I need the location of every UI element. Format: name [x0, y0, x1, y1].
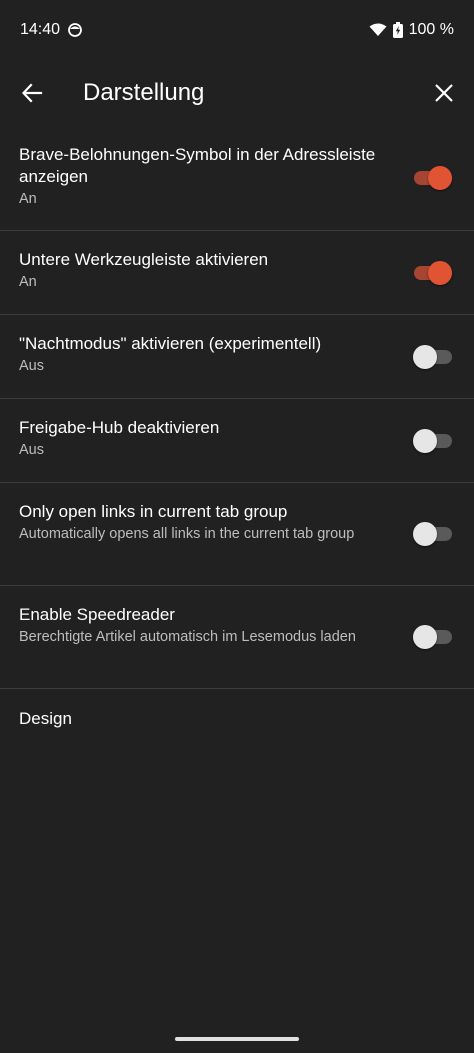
settings-list: Brave-Belohnungen-Symbol in der Adressle… [0, 126, 474, 749]
back-button[interactable] [16, 77, 48, 109]
settings-screen: 14:40 100 % Darstellung Brave-Belohnunge… [0, 0, 474, 1053]
page-title: Darstellung [83, 79, 205, 106]
setting-row-rewards-icon[interactable]: Brave-Belohnungen-Symbol in der Adressle… [0, 126, 474, 231]
toggle-thumb [413, 428, 437, 453]
share-hub-toggle[interactable] [413, 428, 452, 453]
wifi-icon [369, 23, 387, 37]
setting-subtitle: An [19, 191, 37, 207]
setting-title: Untere Werkzeugleiste aktivieren [19, 250, 269, 269]
setting-row-speedreader[interactable]: Enable Speedreader Berechtigte Artikel a… [0, 586, 474, 689]
setting-row-night-mode[interactable]: "Nachtmodus" aktivieren (experimentell) … [0, 315, 474, 399]
setting-title: Brave-Belohnungen-Symbol in der Adressle… [19, 145, 376, 186]
setting-title: Only open links in current tab group [19, 502, 288, 521]
setting-subtitle: An [19, 274, 37, 290]
toggle-thumb [428, 166, 452, 190]
battery-level: 100 % [408, 21, 454, 38]
night-mode-toggle[interactable] [413, 344, 452, 369]
setting-row-tab-group-links[interactable]: Only open links in current tab group Aut… [0, 483, 474, 586]
close-button[interactable] [428, 77, 460, 109]
gesture-nav-handle[interactable] [175, 1037, 299, 1041]
tab-group-links-toggle[interactable] [413, 522, 452, 546]
toggle-thumb [413, 625, 437, 649]
bottom-toolbar-toggle[interactable] [414, 260, 452, 285]
toggle-thumb [413, 344, 437, 369]
setting-title: "Nachtmodus" aktivieren (experimentell) [19, 334, 322, 353]
close-icon [434, 83, 454, 103]
setting-row-bottom-toolbar[interactable]: Untere Werkzeugleiste aktivieren An [0, 231, 474, 315]
app-bar: Darstellung [0, 60, 474, 126]
setting-title: Enable Speedreader [19, 605, 175, 624]
rewards-icon-toggle[interactable] [414, 166, 452, 190]
setting-subtitle: Aus [19, 358, 44, 374]
face-icon [68, 23, 82, 37]
status-bar: 14:40 100 % [0, 0, 474, 60]
status-time: 14:40 [20, 21, 61, 38]
status-right: 100 % [369, 21, 454, 39]
design-section[interactable]: Design [0, 689, 474, 749]
battery-charging-icon [392, 22, 403, 38]
setting-row-share-hub[interactable]: Freigabe-Hub deaktivieren Aus [0, 399, 474, 483]
toggle-thumb [428, 260, 452, 285]
status-left: 14:40 [20, 21, 82, 39]
setting-subtitle: Aus [19, 442, 44, 458]
setting-subtitle: Berechtigte Artikel automatisch im Lesem… [19, 629, 356, 645]
speedreader-toggle[interactable] [413, 625, 452, 649]
setting-subtitle: Automatically opens all links in the cur… [19, 526, 355, 542]
setting-title: Freigabe-Hub deaktivieren [19, 418, 220, 437]
arrow-left-icon [21, 82, 43, 104]
design-label: Design [19, 709, 72, 728]
toggle-thumb [413, 522, 437, 546]
